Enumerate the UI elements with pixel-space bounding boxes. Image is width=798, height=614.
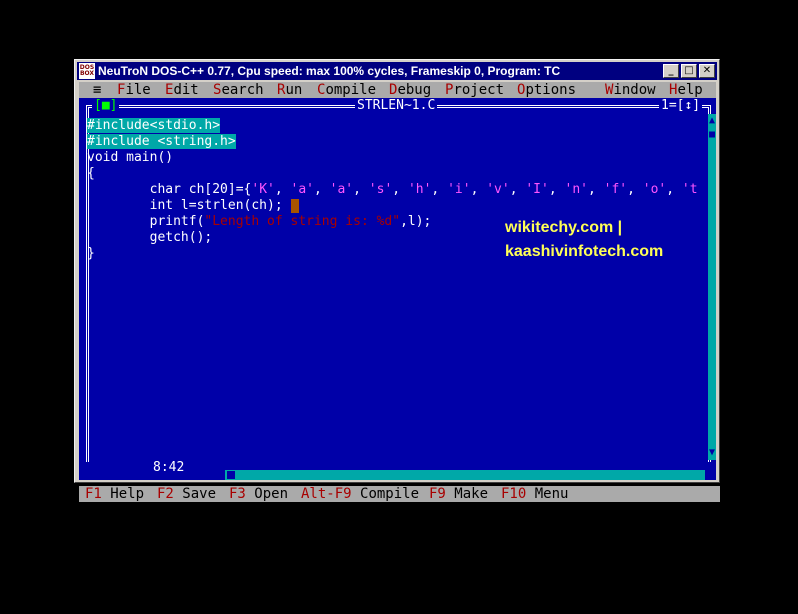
- dosbox-icon[interactable]: DOS BOX: [79, 63, 95, 79]
- string-literal: 'h': [407, 182, 432, 197]
- status-make[interactable]: F9 Make: [429, 486, 488, 502]
- minimize-button[interactable]: _: [663, 64, 679, 78]
- menu-options[interactable]: Options: [517, 82, 576, 98]
- status-compile[interactable]: Alt-F9 Compile: [301, 486, 419, 502]
- menu-label: un: [285, 82, 303, 98]
- string-literal: 'a': [290, 182, 314, 197]
- status-label: Compile: [360, 486, 420, 502]
- editor-frame-top: [■] STRLEN~1.C 1=[↕]: [79, 98, 716, 114]
- editor-window-number[interactable]: 1=[↕]: [659, 98, 703, 114]
- window-title: NeuTroN DOS-C++ 0.77, Cpu speed: max 100…: [98, 64, 561, 78]
- dosbox-window: DOS BOX NeuTroN DOS-C++ 0.77, Cpu speed:…: [74, 59, 720, 502]
- status-label: Open: [254, 486, 289, 502]
- text-cursor: [290, 198, 299, 213]
- cursor-position: 8:42: [149, 460, 189, 476]
- code-line-4[interactable]: {: [87, 166, 95, 182]
- code-line-5[interactable]: char ch[20]={'K', 'a', 'a', 's', 'h', 'i…: [87, 182, 698, 198]
- string-literal: 'K': [251, 182, 275, 197]
- menu-label: dit: [173, 82, 199, 98]
- scroll-down-arrow-icon[interactable]: ▼: [708, 448, 716, 458]
- menu-search[interactable]: Search: [213, 82, 264, 98]
- watermark: wikitechy.com | kaashivinfotech.com: [505, 216, 663, 264]
- status-key: Alt-F9: [301, 486, 352, 502]
- status-label: Save: [182, 486, 217, 502]
- menu-file[interactable]: File: [117, 82, 151, 98]
- menu-label: ile: [125, 82, 151, 98]
- close-button[interactable]: ✕: [699, 64, 715, 78]
- string-literal: 'f': [603, 182, 628, 197]
- status-key: F2: [157, 486, 174, 502]
- code-line-2[interactable]: #include <string.h>: [87, 134, 236, 149]
- code-line-6[interactable]: int l=strlen(ch);: [87, 198, 299, 214]
- code-line-6-text: int l=strlen(ch);: [87, 198, 291, 213]
- code-line-7[interactable]: printf("Length of string is: %d",l);: [87, 214, 432, 230]
- horizontal-scrollbar[interactable]: [225, 470, 705, 480]
- watermark-line-2: kaashivinfotech.com: [505, 243, 664, 260]
- status-label: Help: [110, 486, 145, 502]
- string-literal: 'a': [329, 182, 354, 197]
- code-line-1[interactable]: #include<stdio.h>: [87, 118, 221, 133]
- menu-bar: ≡ File Edit Search Run Compile Debug Pro…: [79, 82, 716, 98]
- code-editor[interactable]: #include<stdio.h> #include <string.h> vo…: [87, 118, 707, 458]
- title-bar[interactable]: DOS BOX NeuTroN DOS-C++ 0.77, Cpu speed:…: [77, 62, 717, 80]
- string-literal: 'v': [486, 182, 510, 197]
- string-literal: 'I': [525, 182, 549, 197]
- watermark-line-1: wikitechy.com |: [505, 219, 623, 236]
- menu-label: ebug: [397, 82, 432, 98]
- menu-label: indow: [613, 82, 656, 98]
- menu-label: earch: [221, 82, 264, 98]
- menu-edit[interactable]: Edit: [165, 82, 199, 98]
- code-line-3[interactable]: void main(): [87, 150, 173, 166]
- status-key: F10: [501, 486, 527, 502]
- scroll-thumb[interactable]: ■: [708, 130, 716, 140]
- menu-project[interactable]: Project: [445, 82, 504, 98]
- status-label: Menu: [534, 486, 569, 502]
- status-key: F3: [229, 486, 246, 502]
- menu-label: ptions: [525, 82, 577, 98]
- status-key: F1: [85, 486, 102, 502]
- icon-text-bottom: BOX: [79, 70, 95, 77]
- code-line-9[interactable]: }: [87, 246, 95, 262]
- string-literal: 'o': [642, 182, 667, 197]
- scroll-up-arrow-icon[interactable]: ▲: [708, 116, 716, 126]
- menu-label: elp: [677, 82, 703, 98]
- status-save[interactable]: F2 Save: [157, 486, 216, 502]
- status-bar: F1 Help F2 Save F3 Open Alt-F9 Compile F…: [79, 486, 720, 502]
- menu-help[interactable]: Help: [669, 82, 703, 98]
- vertical-scrollbar[interactable]: ▲ ■ ▼: [708, 114, 716, 460]
- status-menu[interactable]: F10 Menu: [501, 486, 568, 502]
- code-line-8[interactable]: getch();: [87, 230, 213, 246]
- system-menu-icon[interactable]: ≡: [93, 82, 101, 98]
- menu-window[interactable]: Window: [605, 82, 656, 98]
- editor-filename: STRLEN~1.C: [355, 98, 438, 114]
- dos-screen: ≡ File Edit Search Run Compile Debug Pro…: [79, 82, 720, 502]
- status-label: Make: [454, 486, 489, 502]
- menu-label: roject: [453, 82, 505, 98]
- horizontal-scroll-thumb[interactable]: [227, 471, 235, 479]
- menu-compile[interactable]: Compile: [317, 82, 376, 98]
- editor-close-box[interactable]: [■]: [92, 98, 120, 114]
- status-help[interactable]: F1 Help: [85, 486, 144, 502]
- status-open[interactable]: F3 Open: [229, 486, 288, 502]
- menu-debug[interactable]: Debug: [389, 82, 431, 98]
- string-literal: 'n': [564, 182, 588, 197]
- menu-label: ompile: [325, 82, 377, 98]
- string-literal: "Length of string is: %d": [204, 214, 401, 229]
- status-key: F9: [429, 486, 446, 502]
- maximize-button[interactable]: □: [681, 64, 697, 78]
- string-literal: 's': [368, 182, 393, 197]
- string-literal: 't: [681, 182, 698, 197]
- string-literal: 'i': [447, 182, 471, 197]
- menu-run[interactable]: Run: [277, 82, 302, 98]
